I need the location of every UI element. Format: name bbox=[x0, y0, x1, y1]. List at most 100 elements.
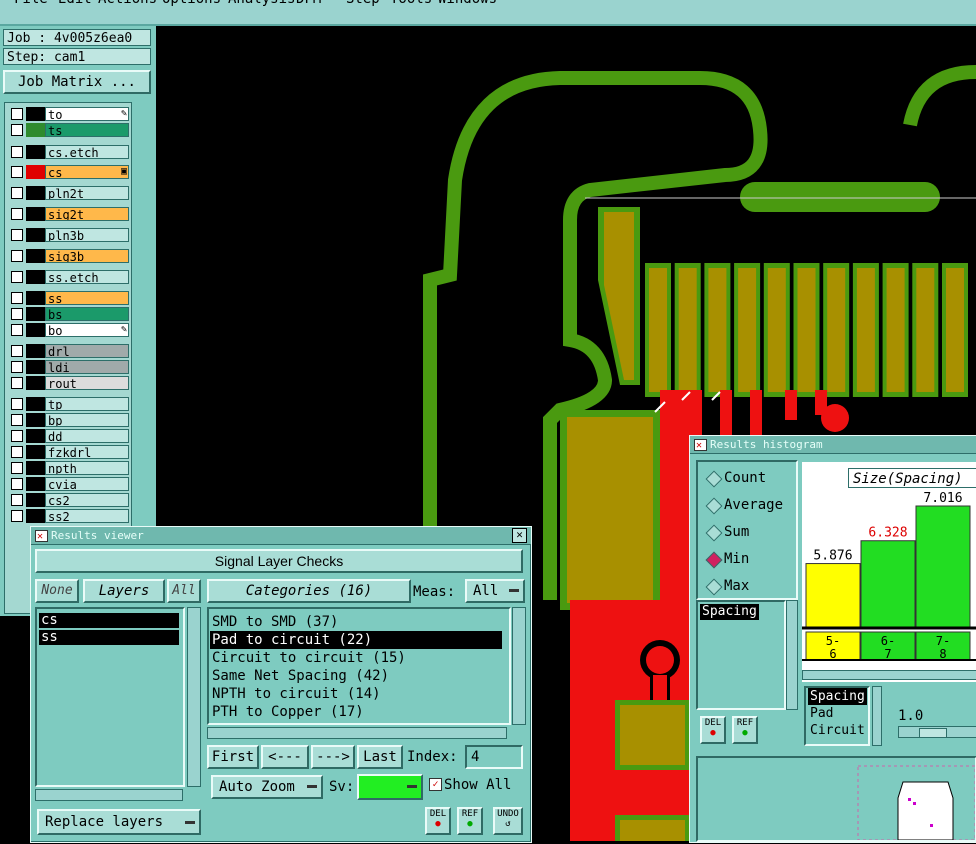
scale-slider[interactable] bbox=[898, 726, 976, 738]
layer-name[interactable]: to bbox=[45, 107, 129, 121]
layer-color-swatch[interactable] bbox=[26, 186, 45, 200]
layer-row-sig3b[interactable]: sig3b bbox=[7, 249, 129, 263]
layer-name[interactable]: ss2 bbox=[45, 509, 129, 523]
menu-step[interactable]: Step bbox=[346, 0, 380, 7]
job-matrix-button[interactable]: Job Matrix ... bbox=[3, 70, 151, 94]
category-item[interactable]: Pad to circuit (22) bbox=[210, 631, 502, 649]
layer-row-ts[interactable]: ts bbox=[7, 123, 129, 137]
layer-checkbox[interactable] bbox=[11, 108, 23, 120]
layer-row-bs[interactable]: bs bbox=[7, 307, 129, 321]
layer-items-list[interactable]: cs ss bbox=[35, 607, 185, 787]
layer-color-swatch[interactable] bbox=[26, 397, 45, 411]
categories-list[interactable]: SMD to SMD (37) Pad to circuit (22) Circui… bbox=[207, 607, 511, 725]
signal-layer-checks-button[interactable]: Signal Layer Checks bbox=[35, 549, 523, 573]
spacing-bottom-item[interactable]: Pad bbox=[808, 705, 867, 722]
layers-hscrollbar[interactable] bbox=[35, 789, 183, 801]
layer-name[interactable]: rout bbox=[45, 376, 129, 390]
menu-dfm[interactable]: DFM bbox=[296, 0, 321, 7]
layer-row-cs[interactable]: cs ▣ bbox=[7, 165, 129, 179]
layer-color-swatch[interactable] bbox=[26, 123, 45, 137]
layer-name[interactable]: npth bbox=[45, 461, 129, 475]
layer-checkbox[interactable] bbox=[11, 208, 23, 220]
layer-color-swatch[interactable] bbox=[26, 360, 45, 374]
layer-color-swatch[interactable] bbox=[26, 145, 45, 159]
layer-checkbox[interactable] bbox=[11, 430, 23, 442]
del-button[interactable]: DEL ● bbox=[425, 807, 451, 835]
layer-name[interactable]: fzkdrl bbox=[45, 445, 129, 459]
layer-name[interactable]: bp bbox=[45, 413, 129, 427]
layer-name[interactable]: cs.etch bbox=[45, 145, 129, 159]
layer-color-swatch[interactable] bbox=[26, 413, 45, 427]
layer-checkbox[interactable] bbox=[11, 478, 23, 490]
layer-checkbox[interactable] bbox=[11, 398, 23, 410]
categories-hscrollbar[interactable] bbox=[207, 727, 507, 739]
layer-row-to[interactable]: to ✎ bbox=[7, 107, 129, 121]
layer-checkbox[interactable] bbox=[11, 308, 23, 320]
layer-name[interactable]: sig2t bbox=[45, 207, 129, 221]
layer-checkbox[interactable] bbox=[11, 187, 23, 199]
histogram-bar[interactable] bbox=[805, 563, 861, 629]
layer-color-swatch[interactable] bbox=[26, 228, 45, 242]
menu-analysis[interactable]: Analysis bbox=[228, 0, 295, 7]
layer-color-swatch[interactable] bbox=[26, 461, 45, 475]
preview-pane[interactable] bbox=[696, 756, 976, 842]
layer-row-ss[interactable]: ss bbox=[7, 291, 129, 305]
all-button[interactable]: All bbox=[167, 579, 201, 603]
histogram-bar[interactable] bbox=[915, 505, 971, 629]
layer-color-swatch[interactable] bbox=[26, 165, 45, 179]
radio-min[interactable] bbox=[705, 551, 723, 569]
layer-color-swatch[interactable] bbox=[26, 509, 45, 523]
radio-count[interactable] bbox=[705, 470, 723, 488]
layer-checkbox[interactable] bbox=[11, 446, 23, 458]
layer-checkbox[interactable] bbox=[11, 166, 23, 178]
layer-checkbox[interactable] bbox=[11, 250, 23, 262]
layer-name[interactable]: cs2 bbox=[45, 493, 129, 507]
close-icon[interactable]: ✕ bbox=[512, 528, 527, 543]
layer-row-sig2t[interactable]: sig2t bbox=[7, 207, 129, 221]
histogram-bar[interactable] bbox=[860, 540, 916, 629]
window-menu-icon[interactable] bbox=[694, 437, 707, 454]
none-button[interactable]: None bbox=[35, 579, 79, 603]
replace-layers-select[interactable]: Replace layers bbox=[37, 809, 201, 835]
spacing-bottom-scrollbar[interactable] bbox=[872, 686, 882, 746]
layer-row-cs2[interactable]: cs2 bbox=[7, 493, 129, 507]
layer-color-swatch[interactable] bbox=[26, 493, 45, 507]
layer-row-cs.etch[interactable]: cs.etch bbox=[7, 145, 129, 159]
layer-row-bp[interactable]: bp bbox=[7, 413, 129, 427]
layer-name[interactable]: drl bbox=[45, 344, 129, 358]
layer-color-swatch[interactable] bbox=[26, 107, 45, 121]
layer-color-swatch[interactable] bbox=[26, 249, 45, 263]
layer-name[interactable]: bo bbox=[45, 323, 129, 337]
layer-name[interactable]: cs bbox=[45, 165, 129, 179]
spacing-top-item[interactable]: Spacing bbox=[700, 604, 759, 620]
layer-name[interactable]: tp bbox=[45, 397, 129, 411]
layer-color-swatch[interactable] bbox=[26, 376, 45, 390]
layer-row-pln3b[interactable]: pln3b bbox=[7, 228, 129, 242]
slider-thumb[interactable] bbox=[919, 728, 947, 738]
layer-row-ldi[interactable]: ldi bbox=[7, 360, 129, 374]
menu-file[interactable]: File bbox=[14, 0, 48, 7]
spacing-bottom-item[interactable]: Circuit bbox=[808, 722, 867, 739]
layer-color-swatch[interactable] bbox=[26, 307, 45, 321]
prev-button[interactable]: <--- bbox=[261, 745, 309, 769]
menu-windows[interactable]: Windows bbox=[438, 0, 497, 7]
next-button[interactable]: ---> bbox=[311, 745, 355, 769]
layer-row-ss2[interactable]: ss2 bbox=[7, 509, 129, 523]
layer-name[interactable]: ss.etch bbox=[45, 270, 129, 284]
layer-checkbox[interactable] bbox=[11, 494, 23, 506]
layer-checkbox[interactable] bbox=[11, 292, 23, 304]
undo-button[interactable]: UNDO ↺ bbox=[493, 807, 523, 835]
layer-name[interactable]: pln2t bbox=[45, 186, 129, 200]
layers-button[interactable]: Layers bbox=[83, 579, 165, 603]
layer-color-swatch[interactable] bbox=[26, 477, 45, 491]
layer-checkbox[interactable] bbox=[11, 345, 23, 357]
category-item[interactable]: NPTH to circuit (14) bbox=[210, 685, 502, 703]
category-item[interactable]: PTH to Copper (17) bbox=[210, 703, 502, 721]
layer-row-drl[interactable]: drl bbox=[7, 344, 129, 358]
layer-item[interactable]: ss bbox=[39, 630, 179, 645]
auto-zoom-select[interactable]: Auto Zoom bbox=[211, 775, 323, 799]
layer-checkbox[interactable] bbox=[11, 510, 23, 522]
layer-color-swatch[interactable] bbox=[26, 344, 45, 358]
radio-max[interactable] bbox=[705, 578, 723, 596]
radio-average[interactable] bbox=[705, 497, 723, 515]
